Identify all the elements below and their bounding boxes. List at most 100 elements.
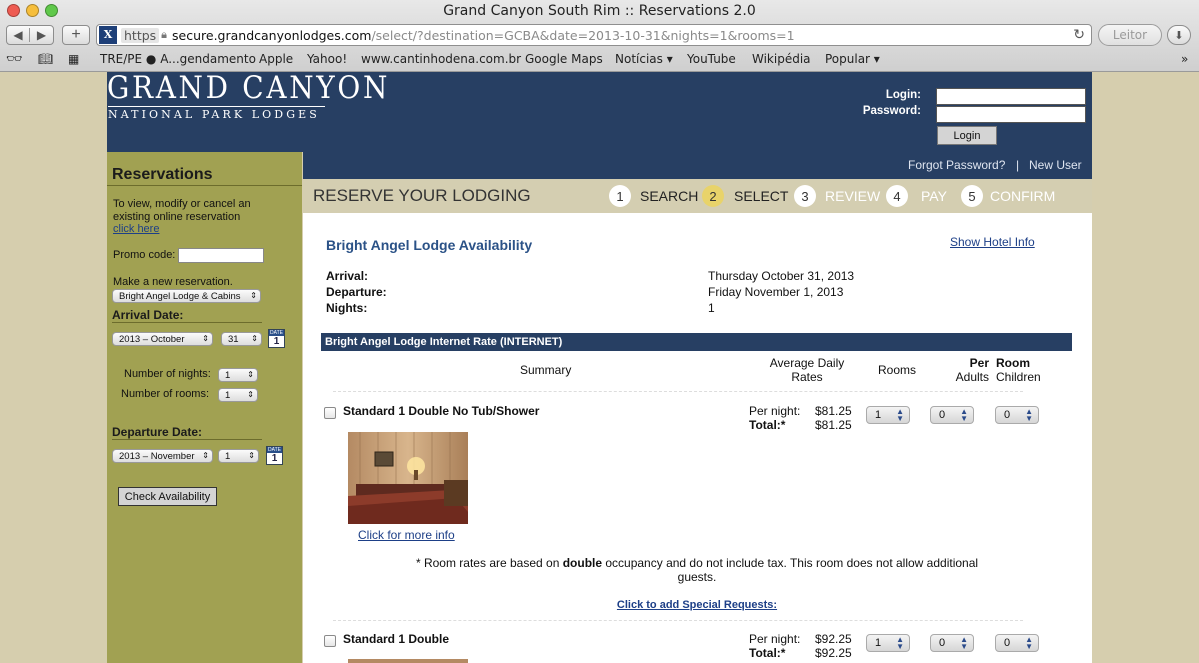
room-2-children-select[interactable]: 0 ▲ ▼: [995, 634, 1039, 652]
step-2-label: SELECT: [734, 188, 789, 204]
room-1-adults-value: 0: [939, 409, 946, 421]
room-1-adults-select[interactable]: 0 ▲ ▼: [930, 406, 974, 424]
login-input[interactable]: [936, 88, 1086, 105]
step-2-number: 2: [702, 185, 724, 207]
address-bar[interactable]: X https 🔒︎ secure.grandcanyonlodges.com …: [96, 24, 1092, 46]
links-separator: |: [1016, 158, 1020, 172]
nights-summary-value: 1: [708, 301, 715, 315]
step-5-label: CONFIRM: [990, 188, 1056, 204]
departure-date-label: Departure Date:: [112, 425, 203, 439]
back-forward-buttons[interactable]: ◀ ▶: [6, 25, 54, 45]
room-1-rooms-select[interactable]: 1 ▲ ▼: [866, 406, 910, 424]
sidebar-title-rule: [107, 185, 302, 186]
departure-label: Departure:: [326, 285, 387, 299]
room-1-per-night-label: Per night:: [749, 404, 801, 418]
top-sites-grid-icon[interactable]: ▦: [68, 52, 79, 66]
bookmark-item-popular[interactable]: Popular ▾: [825, 52, 880, 66]
room-1-children-value: 0: [1004, 409, 1011, 421]
download-icon[interactable]: ⬇: [1174, 29, 1183, 42]
hotel-select[interactable]: Bright Angel Lodge & Cabins ⇕: [112, 289, 261, 303]
room-2-photo[interactable]: [348, 659, 468, 663]
promo-code-input[interactable]: [178, 248, 264, 263]
arrival-calendar-icon[interactable]: DATE 1: [268, 329, 285, 348]
room-2-adults-select[interactable]: 0 ▲ ▼: [930, 634, 974, 652]
site-favicon: X: [99, 26, 117, 44]
stepper-arrows-icon: ▲ ▼: [1025, 635, 1033, 651]
room-1-checkbox[interactable]: [324, 407, 336, 419]
col-rooms-header: Rooms: [878, 363, 917, 377]
departure-rule: [112, 439, 262, 440]
check-availability-button[interactable]: Check Availability: [118, 487, 217, 506]
room-2-adults-value: 0: [939, 637, 946, 649]
room-1-more-info-link[interactable]: Click for more info: [358, 528, 455, 542]
bookmark-item-cantinho[interactable]: www.cantinhodena.com.br: [361, 52, 521, 66]
new-reservation-label: Make a new reservation.: [113, 276, 233, 288]
password-input[interactable]: [936, 106, 1086, 123]
step-3-label: REVIEW: [825, 188, 881, 204]
downloads-button[interactable]: ⬇: [1167, 25, 1191, 45]
departure-day-select[interactable]: 1 ⇕: [218, 449, 259, 463]
bookmarks-book-icon[interactable]: 📖︎: [38, 52, 53, 66]
col-per-header: Per: [969, 356, 989, 370]
bookmark-item-apple[interactable]: Apple: [259, 52, 293, 66]
arrival-month-select[interactable]: 2013 – October ⇕: [112, 332, 213, 346]
login-label: Login:: [885, 89, 921, 101]
bookmark-item-yahoo[interactable]: Yahoo!: [307, 52, 347, 66]
forgot-password-link[interactable]: Forgot Password?: [908, 158, 1005, 172]
bookmark-item-youtube[interactable]: YouTube: [687, 52, 736, 66]
room-2-name: Standard 1 Double: [343, 632, 450, 646]
col-summary-header: Summary: [520, 363, 572, 377]
bookmark-item-wikipedia[interactable]: Wikipédia: [752, 52, 811, 66]
select-arrows-icon: ⇕: [251, 334, 258, 343]
rate-note: * Room rates are based on double occupan…: [330, 556, 1064, 584]
promo-code-label: Promo code:: [113, 249, 176, 261]
select-arrows-icon: ⇕: [247, 370, 254, 379]
sidebar-title: Reservations: [112, 166, 213, 183]
room-1-photo[interactable]: [348, 432, 468, 524]
reading-list-icon[interactable]: 👓︎: [6, 52, 23, 67]
nights-select[interactable]: 1 ⇕: [218, 368, 258, 382]
nights-summary-label: Nights:: [326, 301, 368, 315]
room-1-children-select[interactable]: 0 ▲ ▼: [995, 406, 1039, 424]
rooms-select[interactable]: 1 ⇕: [218, 388, 258, 402]
nights-label: Number of nights:: [124, 368, 211, 380]
departure-day-value: 1: [225, 450, 231, 462]
logo-title[interactable]: GRAND CANYON: [107, 70, 390, 106]
bookmark-item-noticias[interactable]: Notícias ▾: [615, 52, 673, 66]
room-2-rooms-value: 1: [875, 637, 882, 649]
special-requests-link[interactable]: Click to add Special Requests:: [330, 599, 1064, 611]
room-2-checkbox[interactable]: [324, 635, 336, 647]
logo-divider: [108, 106, 325, 107]
arrival-value: Thursday October 31, 2013: [708, 269, 855, 283]
room-2-rooms-select[interactable]: 1 ▲ ▼: [866, 634, 910, 652]
plus-icon[interactable]: +: [71, 26, 80, 44]
account-links-bar: Forgot Password? | New User: [303, 152, 1092, 179]
new-tab-button[interactable]: +: [62, 25, 90, 45]
window-title: Grand Canyon South Rim :: Reservations 2…: [443, 3, 756, 19]
arrival-day-select[interactable]: 31 ⇕: [221, 332, 262, 346]
click-here-link[interactable]: click here: [113, 223, 159, 235]
rooms-value: 1: [225, 389, 231, 401]
login-button[interactable]: Login: [937, 126, 997, 145]
step-3-number: 3: [794, 185, 816, 207]
departure-month-value: 2013 – November: [119, 450, 195, 462]
room-1-total-value: $81.25: [815, 418, 852, 432]
room-2-total-value: $92.25: [815, 646, 852, 660]
forward-icon[interactable]: ▶: [30, 28, 53, 42]
bookmark-item-google-maps[interactable]: Google Maps: [525, 52, 603, 66]
rate-note-bold: double: [562, 556, 603, 570]
bookmark-item-tre[interactable]: TRE/PE ● A...gendamento: [100, 52, 256, 66]
departure-month-select[interactable]: 2013 – November ⇕: [112, 449, 213, 463]
departure-calendar-icon[interactable]: DATE 1: [266, 446, 283, 465]
reload-icon[interactable]: ↻: [1073, 27, 1085, 43]
col-children-header: Children: [996, 370, 1041, 384]
col-adults-header: Adults: [955, 370, 989, 384]
arrival-day-value: 31: [228, 333, 239, 345]
select-arrows-icon: ⇕: [248, 451, 255, 460]
reader-button[interactable]: Leitor: [1098, 24, 1162, 46]
back-icon[interactable]: ◀: [7, 28, 31, 42]
more-bookmarks-icon[interactable]: »: [1181, 52, 1188, 66]
new-user-link[interactable]: New User: [1029, 158, 1082, 172]
show-hotel-info-link[interactable]: Show Hotel Info: [950, 235, 1035, 249]
stepper-arrows-icon: ▲ ▼: [896, 635, 904, 651]
